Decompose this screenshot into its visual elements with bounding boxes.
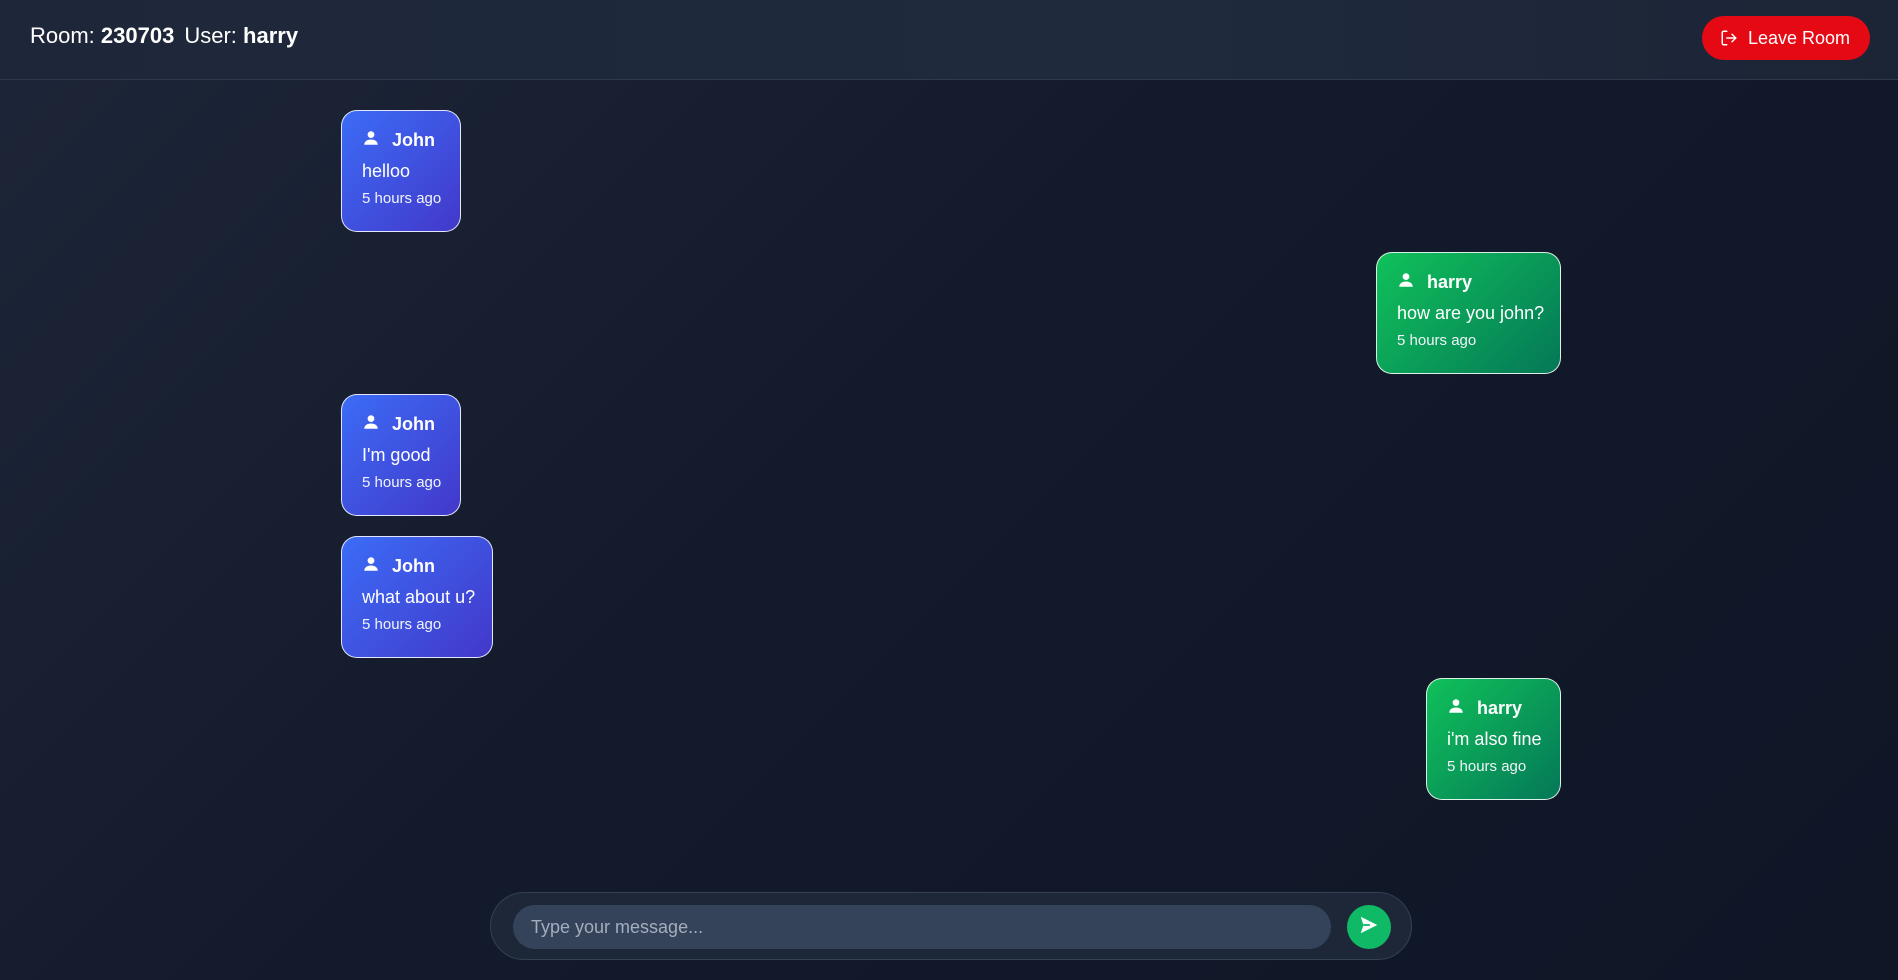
- leave-room-label: Leave Room: [1747, 27, 1850, 48]
- message-input[interactable]: [513, 905, 1331, 949]
- message-time: 5 hours ago: [1397, 332, 1477, 349]
- message-author: John: [392, 129, 435, 150]
- user-icon: [362, 413, 380, 436]
- send-icon: [1358, 914, 1380, 941]
- message-author: harry: [1477, 697, 1523, 718]
- message-text: what about u?: [362, 587, 476, 607]
- message-header: harry: [1397, 271, 1540, 293]
- message-composer: [490, 892, 1412, 960]
- user-icon: [1447, 697, 1465, 720]
- room-id: 230703: [100, 23, 175, 48]
- user-icon: [362, 129, 380, 152]
- message-text: i'm also fine: [1447, 729, 1542, 749]
- room-label: Room:: [30, 23, 95, 48]
- message-bubble: John helloo 5 hours ago: [341, 110, 461, 232]
- message-text: I'm good: [362, 445, 431, 465]
- message-bubble: John what about u? 5 hours ago: [341, 536, 493, 658]
- logout-icon: [1720, 29, 1738, 47]
- user-icon: [1397, 271, 1415, 294]
- message-header: John: [362, 129, 440, 151]
- user-icon: [362, 555, 380, 578]
- message-bubble: harry i'm also fine 5 hours ago: [1426, 678, 1561, 800]
- message-text: helloo: [362, 161, 411, 181]
- message-header: harry: [1447, 697, 1540, 719]
- room-info: Room: 230703 User: harry: [30, 23, 298, 49]
- message-text: how are you john?: [1397, 303, 1545, 323]
- message-bubble: harry how are you john? 5 hours ago: [1376, 252, 1561, 374]
- message-bubble: John I'm good 5 hours ago: [341, 394, 461, 516]
- message-author: harry: [1427, 271, 1473, 292]
- message-author: John: [392, 413, 435, 434]
- user-label: User:: [184, 23, 237, 48]
- message-header: John: [362, 555, 472, 577]
- chat-app: Room: 230703 User: harry Leave Room John…: [0, 0, 1898, 980]
- message-time: 5 hours ago: [1447, 758, 1527, 775]
- header-bar: Room: 230703 User: harry Leave Room: [0, 0, 1898, 80]
- send-button[interactable]: [1347, 905, 1391, 949]
- message-time: 5 hours ago: [362, 474, 442, 491]
- message-author: John: [392, 555, 435, 576]
- message-time: 5 hours ago: [362, 190, 442, 207]
- message-header: John: [362, 413, 440, 435]
- user-name: harry: [243, 23, 299, 48]
- message-time: 5 hours ago: [362, 616, 442, 633]
- leave-room-button[interactable]: Leave Room: [1701, 16, 1870, 60]
